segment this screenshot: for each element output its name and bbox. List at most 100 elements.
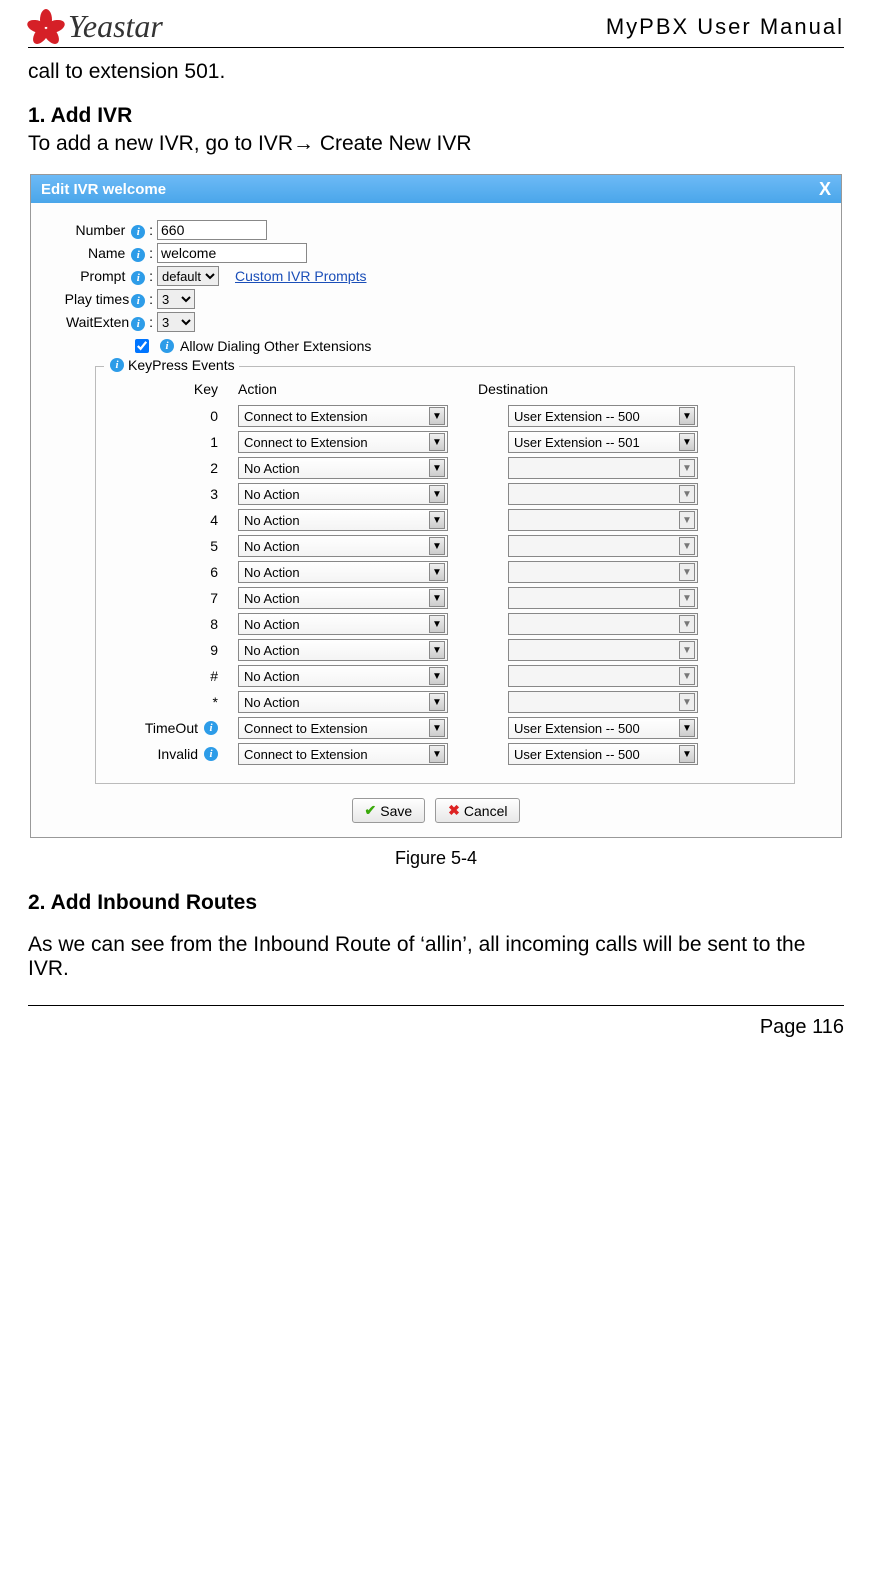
info-icon[interactable] — [204, 721, 218, 735]
destination-select: ▼ — [508, 561, 698, 583]
destination-select: ▼ — [508, 665, 698, 687]
section-1-heading: 1. Add IVR — [28, 104, 844, 128]
action-select[interactable]: Connect to Extension▼ — [238, 431, 448, 453]
label-playtimes: Play times — [65, 291, 130, 307]
key-label: TimeOut — [108, 720, 238, 736]
doc-title: MyPBX User Manual — [606, 14, 844, 40]
chevron-down-icon: ▼ — [429, 693, 445, 711]
name-input[interactable] — [157, 243, 307, 263]
chevron-down-icon: ▼ — [679, 407, 695, 425]
key-label: 5 — [108, 538, 238, 554]
chevron-down-icon: ▼ — [679, 667, 695, 685]
destination-select[interactable]: User Extension -- 500▼ — [508, 717, 698, 739]
label-name: Name — [88, 245, 125, 261]
key-label: 1 — [108, 434, 238, 450]
info-icon[interactable] — [131, 317, 145, 331]
custom-prompts-link[interactable]: Custom IVR Prompts — [235, 268, 366, 284]
destination-select[interactable]: User Extension -- 500▼ — [508, 405, 698, 427]
prompt-select[interactable]: default — [157, 266, 219, 286]
col-action: Action — [238, 381, 478, 397]
number-input[interactable] — [157, 220, 267, 240]
cancel-label: Cancel — [464, 803, 508, 819]
section-2-heading: 2. Add Inbound Routes — [28, 891, 844, 915]
action-select[interactable]: No Action▼ — [238, 613, 448, 635]
chevron-down-icon: ▼ — [679, 745, 695, 763]
action-select[interactable]: No Action▼ — [238, 587, 448, 609]
check-icon: ✔ — [365, 802, 377, 819]
action-select[interactable]: No Action▼ — [238, 665, 448, 687]
allow-dialing-checkbox[interactable] — [135, 339, 149, 353]
destination-select: ▼ — [508, 535, 698, 557]
info-icon[interactable] — [131, 294, 145, 308]
chevron-down-icon: ▼ — [429, 433, 445, 451]
keypress-fieldset: KeyPress Events Key Action Destination 0… — [95, 366, 795, 784]
chevron-down-icon: ▼ — [679, 459, 695, 477]
destination-select: ▼ — [508, 691, 698, 713]
action-select[interactable]: No Action▼ — [238, 639, 448, 661]
page-number: Page 116 — [760, 1016, 844, 1038]
close-icon[interactable]: X — [819, 180, 831, 198]
info-icon[interactable] — [131, 225, 145, 239]
chevron-down-icon: ▼ — [429, 563, 445, 581]
dialog-title: Edit IVR welcome — [41, 181, 166, 198]
chevron-down-icon: ▼ — [429, 511, 445, 529]
chevron-down-icon: ▼ — [429, 485, 445, 503]
keypress-row: *No Action▼▼ — [108, 691, 782, 713]
key-label: 7 — [108, 590, 238, 606]
destination-select[interactable]: User Extension -- 500▼ — [508, 743, 698, 765]
action-select[interactable]: No Action▼ — [238, 561, 448, 583]
label-prompt: Prompt — [80, 268, 125, 284]
keypress-legend: KeyPress Events — [128, 357, 235, 373]
save-button[interactable]: ✔ Save — [352, 798, 426, 823]
keypress-row: 8No Action▼▼ — [108, 613, 782, 635]
chevron-down-icon: ▼ — [679, 641, 695, 659]
keypress-row: #No Action▼▼ — [108, 665, 782, 687]
keypress-row: 6No Action▼▼ — [108, 561, 782, 583]
info-icon[interactable] — [204, 747, 218, 761]
col-destination: Destination — [478, 381, 782, 397]
keypress-row: 3No Action▼▼ — [108, 483, 782, 505]
playtimes-select[interactable]: 3 — [157, 289, 195, 309]
key-label: 4 — [108, 512, 238, 528]
save-label: Save — [380, 803, 412, 819]
action-select[interactable]: No Action▼ — [238, 457, 448, 479]
keypress-row: 5No Action▼▼ — [108, 535, 782, 557]
chevron-down-icon: ▼ — [429, 745, 445, 763]
info-icon[interactable] — [131, 248, 145, 262]
chevron-down-icon: ▼ — [679, 511, 695, 529]
info-icon[interactable] — [110, 358, 124, 372]
action-select[interactable]: No Action▼ — [238, 483, 448, 505]
key-label: 3 — [108, 486, 238, 502]
info-icon[interactable] — [131, 271, 145, 285]
chevron-down-icon: ▼ — [429, 537, 445, 555]
intro-preline: call to extension 501. — [28, 60, 844, 84]
action-select[interactable]: Connect to Extension▼ — [238, 405, 448, 427]
label-waitexten: WaitExten — [66, 314, 129, 330]
action-select[interactable]: No Action▼ — [238, 691, 448, 713]
dialog-titlebar: Edit IVR welcome X — [31, 175, 841, 203]
brand-name: Yeastar — [68, 8, 163, 45]
chevron-down-icon: ▼ — [679, 537, 695, 555]
cancel-button[interactable]: ✖ Cancel — [435, 798, 520, 823]
keypress-row: 4No Action▼▼ — [108, 509, 782, 531]
chevron-down-icon: ▼ — [679, 719, 695, 737]
destination-select: ▼ — [508, 457, 698, 479]
keypress-row: 9No Action▼▼ — [108, 639, 782, 661]
keypress-row: 0Connect to Extension▼User Extension -- … — [108, 405, 782, 427]
keypress-row: 2No Action▼▼ — [108, 457, 782, 479]
chevron-down-icon: ▼ — [679, 433, 695, 451]
chevron-down-icon: ▼ — [429, 719, 445, 737]
key-label: Invalid — [108, 746, 238, 762]
chevron-down-icon: ▼ — [429, 615, 445, 633]
action-select[interactable]: No Action▼ — [238, 509, 448, 531]
waitexten-select[interactable]: 3 — [157, 312, 195, 332]
action-select[interactable]: No Action▼ — [238, 535, 448, 557]
chevron-down-icon: ▼ — [679, 563, 695, 581]
action-select[interactable]: Connect to Extension▼ — [238, 743, 448, 765]
destination-select[interactable]: User Extension -- 501▼ — [508, 431, 698, 453]
chevron-down-icon: ▼ — [679, 693, 695, 711]
keypress-row: 1Connect to Extension▼ User Extension -- … — [108, 431, 782, 453]
info-icon[interactable] — [160, 339, 174, 353]
destination-select: ▼ — [508, 639, 698, 661]
action-select[interactable]: Connect to Extension▼ — [238, 717, 448, 739]
